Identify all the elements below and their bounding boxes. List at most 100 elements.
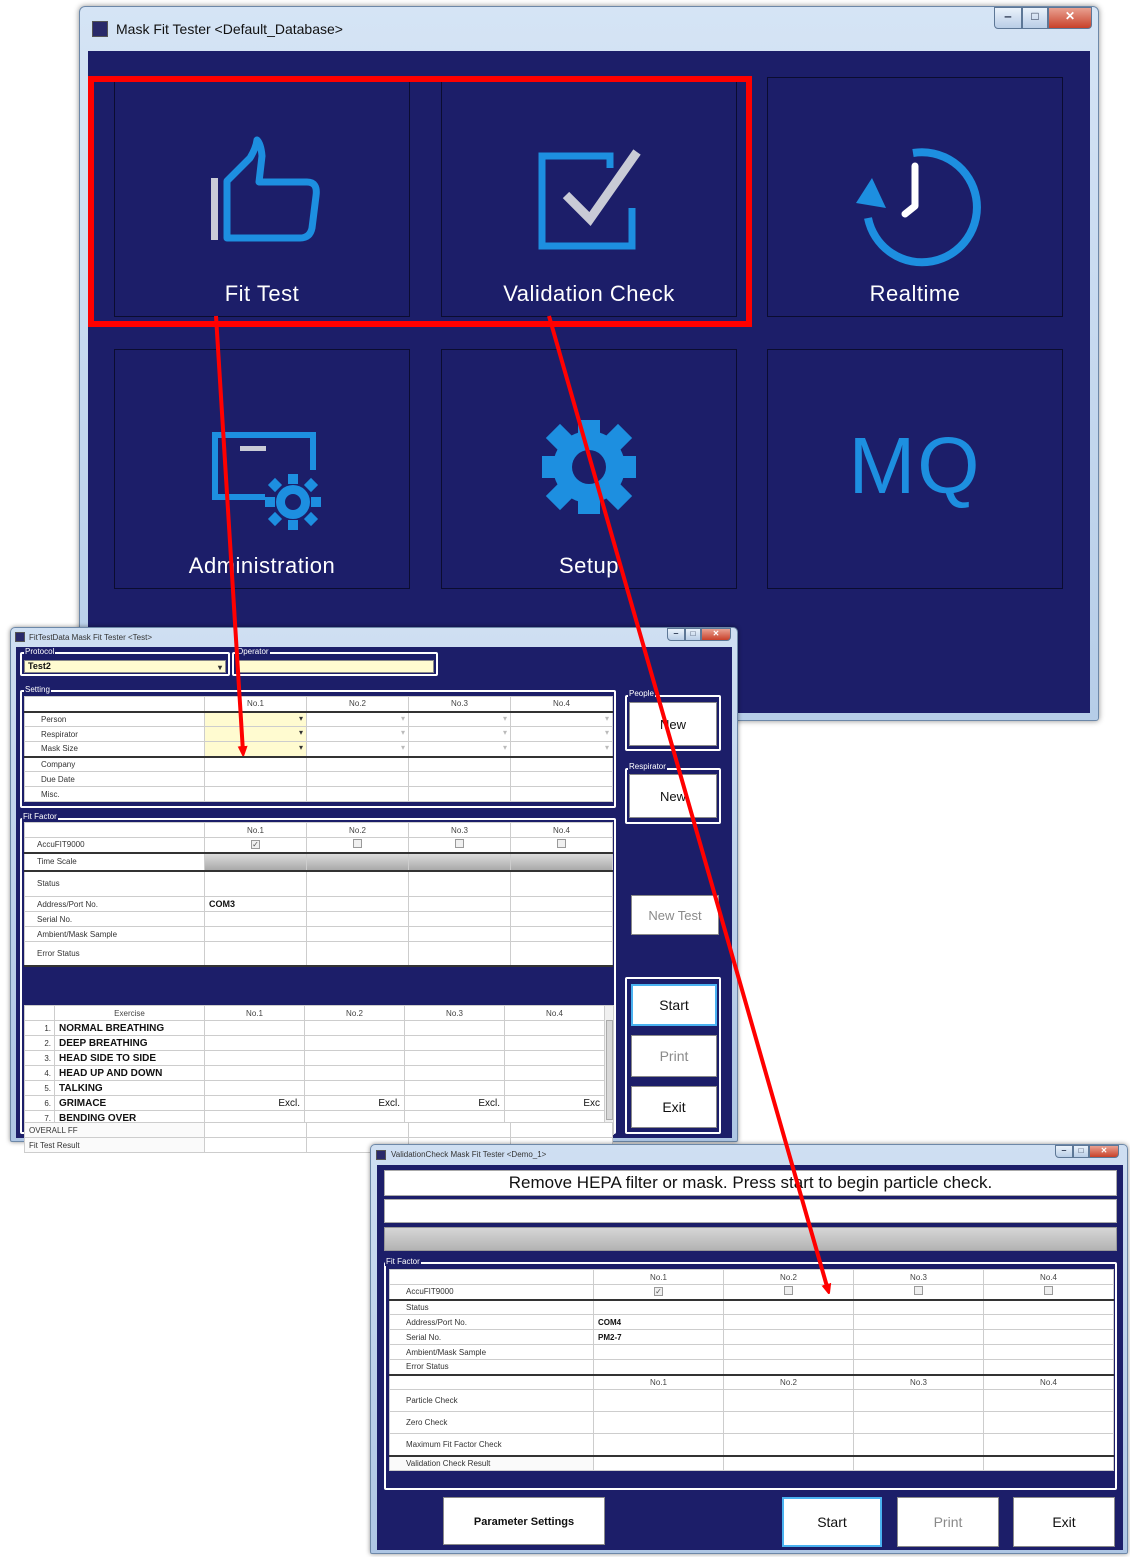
- row-label-company: Company: [24, 756, 205, 772]
- person-select-3[interactable]: [408, 711, 511, 727]
- exercise-num: 3.: [24, 1050, 55, 1066]
- print-button[interactable]: Print: [897, 1497, 999, 1547]
- person-select-2[interactable]: [306, 711, 409, 727]
- overall-ff-label: OVERALL FF: [24, 1122, 205, 1138]
- minimize-button[interactable]: ‒: [994, 7, 1022, 29]
- cell[interactable]: [408, 786, 511, 802]
- cell[interactable]: [204, 786, 307, 802]
- respirator-select-2[interactable]: [306, 726, 409, 742]
- operator-input[interactable]: [236, 660, 434, 673]
- col-header: No.2: [304, 1005, 405, 1021]
- protocol-group-label: Protocol: [24, 647, 56, 656]
- scrollbar-thumb[interactable]: [606, 1020, 613, 1120]
- respirator-new-button[interactable]: New: [629, 774, 717, 818]
- cell[interactable]: [408, 756, 511, 772]
- exercise-value: Excl.: [304, 1095, 405, 1111]
- cell[interactable]: [510, 771, 613, 787]
- col-header: No.3: [408, 822, 511, 838]
- tile-setup[interactable]: Setup: [441, 349, 737, 589]
- exercise-row[interactable]: 1. NORMAL BREATHING: [24, 1020, 605, 1036]
- cell[interactable]: [306, 786, 409, 802]
- person-select-1[interactable]: [204, 711, 307, 727]
- exercise-value: Excl.: [204, 1095, 305, 1111]
- accufit-checkbox-2[interactable]: [353, 839, 362, 849]
- validation-window-title: ValidationCheck Mask Fit Tester <Demo_1>: [391, 1150, 547, 1159]
- close-button[interactable]: ✕: [701, 628, 731, 641]
- exercise-table: Exercise No.1 No.2 No.3 No.4 1. NORMAL BR…: [24, 1005, 605, 1126]
- row-label-respirator: Respirator: [24, 726, 205, 742]
- respirator-select-3[interactable]: [408, 726, 511, 742]
- mask-size-select-1[interactable]: [204, 741, 307, 758]
- operator-group-label: Operator: [236, 647, 270, 656]
- maximize-button[interactable]: □: [685, 628, 701, 641]
- accufit-checkbox-1[interactable]: ✓: [654, 1287, 663, 1297]
- exit-button[interactable]: Exit: [1013, 1497, 1115, 1547]
- mask-size-select-3[interactable]: [408, 741, 511, 758]
- maximize-button[interactable]: □: [1073, 1145, 1089, 1158]
- exercise-row[interactable]: 2. DEEP BREATHING: [24, 1035, 605, 1051]
- tile-realtime[interactable]: Realtime: [767, 77, 1063, 317]
- accufit-checkbox-4[interactable]: [557, 839, 566, 849]
- fit-test-title-bar: FitTestData Mask Fit Tester <Test>: [11, 628, 737, 646]
- tile-administration-label: Administration: [188, 553, 336, 578]
- new-test-button[interactable]: New Test: [631, 895, 719, 935]
- tile-mq[interactable]: MQ: [767, 349, 1063, 589]
- exit-button[interactable]: Exit: [631, 1086, 717, 1128]
- cell[interactable]: [306, 756, 409, 772]
- mask-size-select-2[interactable]: [306, 741, 409, 758]
- print-button[interactable]: Print: [631, 1035, 717, 1077]
- col-header: No.4: [983, 1374, 1114, 1390]
- col-header: No.2: [306, 696, 409, 713]
- accufit-checkbox-3[interactable]: [455, 839, 464, 849]
- respirator-select-1[interactable]: [204, 726, 307, 742]
- respirator-select-4[interactable]: [510, 726, 613, 742]
- tile-setup-label: Setup: [559, 553, 619, 578]
- exercise-row[interactable]: 5. TALKING: [24, 1080, 605, 1096]
- exercise-scrollbar[interactable]: [604, 1005, 614, 1135]
- exercise-value: [504, 1020, 605, 1036]
- fit-test-window-title: FitTestData Mask Fit Tester <Test>: [29, 632, 153, 642]
- exercise-name: GRIMACE: [54, 1095, 205, 1111]
- accufit-checkbox-4[interactable]: [1044, 1286, 1053, 1296]
- cell[interactable]: [204, 771, 307, 787]
- exercise-row[interactable]: 4. HEAD UP AND DOWN: [24, 1065, 605, 1081]
- accufit-checkbox-2[interactable]: [784, 1286, 793, 1296]
- exercise-row[interactable]: 6. GRIMACE Excl. Excl. Excl. Exc: [24, 1095, 605, 1111]
- validation-info-table: No.1 No.2 No.3 No.4 AccuFIT9000 ✓ Status…: [389, 1269, 1114, 1471]
- cell[interactable]: [510, 786, 613, 802]
- cell[interactable]: [204, 756, 307, 772]
- exercise-value: [304, 1065, 405, 1081]
- row-label-error-status: Error Status: [389, 1359, 594, 1376]
- row-label-address-port: Address/Port No.: [389, 1314, 594, 1330]
- col-header: No.2: [723, 1374, 854, 1390]
- row-label-mask-size: Mask Size: [24, 741, 205, 758]
- maximize-button[interactable]: □: [1022, 7, 1048, 29]
- start-button[interactable]: Start: [631, 984, 717, 1026]
- accufit-checkbox-3[interactable]: [914, 1286, 923, 1296]
- parameter-settings-button[interactable]: Parameter Settings: [443, 1497, 605, 1545]
- close-button[interactable]: ✕: [1048, 7, 1092, 29]
- cell[interactable]: [510, 756, 613, 772]
- exercise-value: [204, 1020, 305, 1036]
- exercise-value: [404, 1035, 505, 1051]
- people-new-button[interactable]: New: [629, 702, 717, 746]
- exercise-value: [204, 1080, 305, 1096]
- person-select-4[interactable]: [510, 711, 613, 727]
- minimize-button[interactable]: ‒: [1055, 1145, 1073, 1158]
- cell[interactable]: [408, 771, 511, 787]
- mask-size-select-4[interactable]: [510, 741, 613, 758]
- col-header: No.2: [306, 822, 409, 838]
- exercise-rows: 1. NORMAL BREATHING 2. DEEP BREATHING 3. HEAD…: [24, 1020, 605, 1126]
- protocol-value: Test2: [28, 661, 51, 671]
- tile-administration[interactable]: Administration: [114, 349, 410, 589]
- minimize-button[interactable]: ‒: [667, 628, 685, 641]
- exercise-value: [404, 1020, 505, 1036]
- protocol-select[interactable]: Test2: [24, 660, 226, 673]
- close-button[interactable]: ✕: [1089, 1145, 1119, 1158]
- cell[interactable]: [306, 771, 409, 787]
- accufit-checkbox-1[interactable]: ✓: [251, 840, 260, 850]
- exercise-row[interactable]: 3. HEAD SIDE TO SIDE: [24, 1050, 605, 1066]
- exercise-num: 4.: [24, 1065, 55, 1081]
- row-label-ambient: Ambient/Mask Sample: [389, 1344, 594, 1360]
- start-button[interactable]: Start: [782, 1497, 882, 1547]
